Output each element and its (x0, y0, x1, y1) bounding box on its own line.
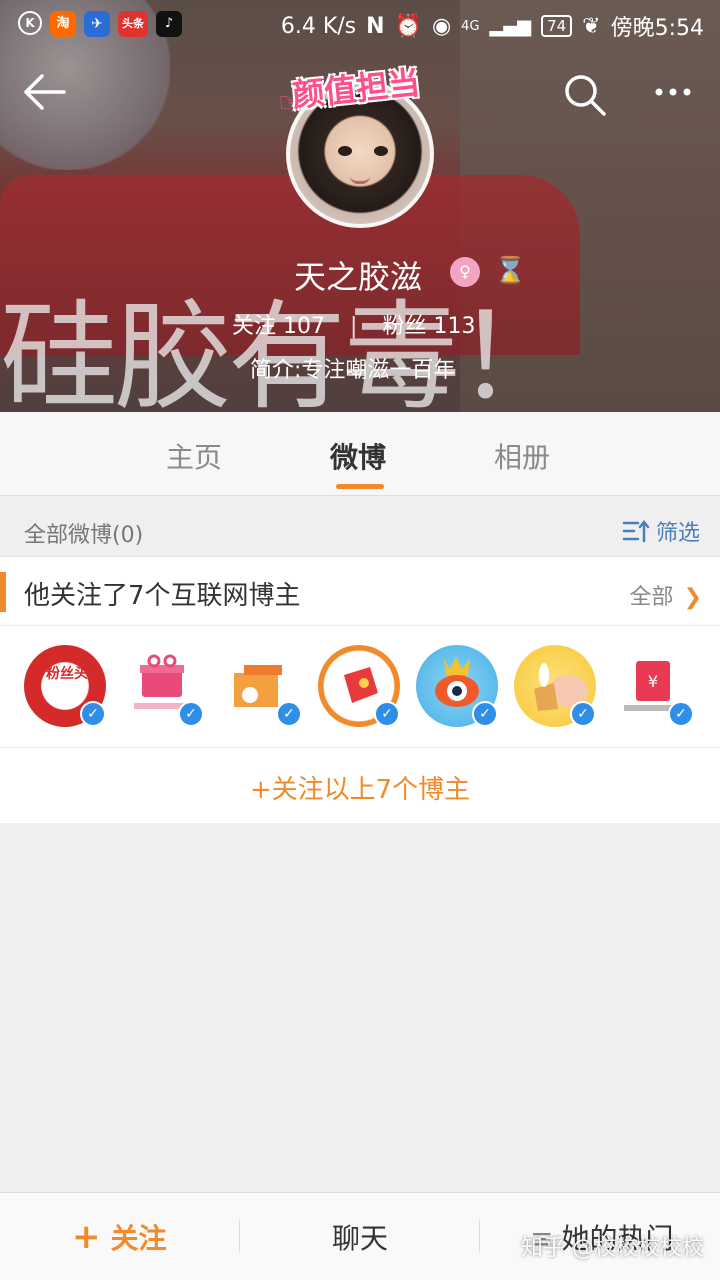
tab-album[interactable]: 相册 (494, 436, 550, 476)
status-app-icons: K 淘 ✈ 头条 ♪ (18, 11, 182, 37)
battery-indicator: 74 (541, 15, 573, 37)
verified-icon: ✓ (472, 701, 498, 727)
female-icon: ♀ (450, 257, 480, 287)
verified-icon: ✓ (374, 701, 400, 727)
followers-count: 113 (433, 314, 476, 339)
filter-button[interactable]: 筛选 (622, 515, 700, 547)
status-app-k-icon: K (18, 11, 42, 35)
avatar-badge: ☞ 颜值担当 (278, 58, 448, 118)
network-type: 4G (461, 18, 480, 34)
avatar-eye-left (338, 146, 352, 156)
svg-text:¥: ¥ (648, 672, 658, 691)
feed-count: 全部微博(0) (24, 523, 144, 548)
following-stat[interactable]: 关注 107 (232, 314, 325, 339)
view-all-link[interactable]: 全部 ❯ (630, 579, 702, 611)
card-divider-bottom (0, 747, 720, 748)
verified-icon: ✓ (276, 701, 302, 727)
status-app-toutiao-icon: 头条 (118, 11, 148, 37)
search-button[interactable] (562, 72, 608, 118)
more-button[interactable] (648, 72, 698, 116)
follow-all-button[interactable]: +关注以上7个博主 (0, 769, 720, 806)
tab-weibo[interactable]: 微博 (330, 436, 386, 476)
bottom-separator (239, 1219, 240, 1253)
verified-icon: ✓ (668, 701, 694, 727)
stats-separator: | (350, 314, 358, 339)
followers-stat[interactable]: 粉丝 113 (382, 314, 475, 339)
fans-headline-logo-text: 粉丝头条 (46, 666, 102, 682)
avatar-mouth (350, 176, 370, 184)
status-bar: K 淘 ✈ 头条 ♪ 6.4 K/s N ⏰ ◉ 4G ▂▄▆ 74 ❦ 傍晚5… (0, 0, 720, 50)
back-button[interactable] (22, 72, 70, 116)
followed-bloggers-card: 他关注了7个互联网博主 全部 ❯ 粉丝头条 ✓ ✓ ✓ ✓ ✓ ✓ ¥ ✓ +关注… (0, 557, 720, 823)
card-divider-top (0, 625, 720, 626)
following-label: 关注 (232, 314, 277, 339)
verified-icon: ✓ (178, 701, 204, 727)
leaf-icon: ❦ (582, 13, 601, 39)
plus-icon: + (72, 1217, 101, 1257)
card-title: 他关注了7个互联网博主 (24, 581, 301, 611)
clock: 傍晚5:54 (610, 16, 704, 41)
watermark: 知乎 @校校校校校 (521, 1236, 704, 1261)
avatar-eye-right (374, 146, 388, 156)
verified-icon: ✓ (570, 701, 596, 727)
card-accent-bar (0, 572, 6, 612)
profile-bio: 简介:专注嘲滋一百年 (250, 358, 456, 383)
eye-icon: ◉ (431, 13, 452, 39)
status-app-travel-icon: ✈ (84, 11, 110, 37)
profile-stats: 关注 107 | 粉丝 113 (232, 308, 475, 340)
more-dots-icon (655, 88, 691, 96)
alarm-icon: ⏰ (394, 13, 422, 39)
nfc-icon: N (366, 13, 385, 39)
network-speed: 6.4 K/s (280, 13, 357, 39)
view-all-label: 全部 (629, 585, 674, 610)
active-tab-indicator (336, 484, 384, 489)
status-app-taobao-icon: 淘 (50, 11, 76, 37)
profile-name: 天之胶滋 (294, 258, 423, 296)
filter-label: 筛选 (655, 521, 700, 546)
following-count: 107 (283, 314, 326, 339)
status-app-tiktok-icon: ♪ (156, 11, 182, 37)
signal-icon: ▂▄▆ (489, 15, 532, 37)
back-arrow-icon (24, 74, 66, 110)
chevron-right-icon: ❯ (683, 585, 702, 610)
hourglass-icon: ⌛ (494, 256, 527, 286)
avatar-badge-text: 颜值担当 (290, 63, 422, 115)
follow-label: 关注 (110, 1222, 167, 1255)
bottom-separator (479, 1219, 480, 1253)
search-icon (565, 75, 606, 116)
follow-button[interactable]: + 关注 (72, 1217, 167, 1257)
feed-filter-row: 全部微博(0) 筛选 (0, 497, 720, 557)
verified-icon: ✓ (80, 701, 106, 727)
followers-label: 粉丝 (382, 314, 427, 339)
chat-button[interactable]: 聊天 (332, 1217, 388, 1257)
filter-icon (622, 519, 650, 543)
status-right: 6.4 K/s N ⏰ ◉ 4G ▂▄▆ 74 ❦ 傍晚5:54 (281, 10, 704, 42)
blogger-avatar-list: 粉丝头条 ✓ ✓ ✓ ✓ ✓ ✓ ¥ ✓ (24, 645, 704, 729)
tab-home[interactable]: 主页 (166, 436, 222, 476)
